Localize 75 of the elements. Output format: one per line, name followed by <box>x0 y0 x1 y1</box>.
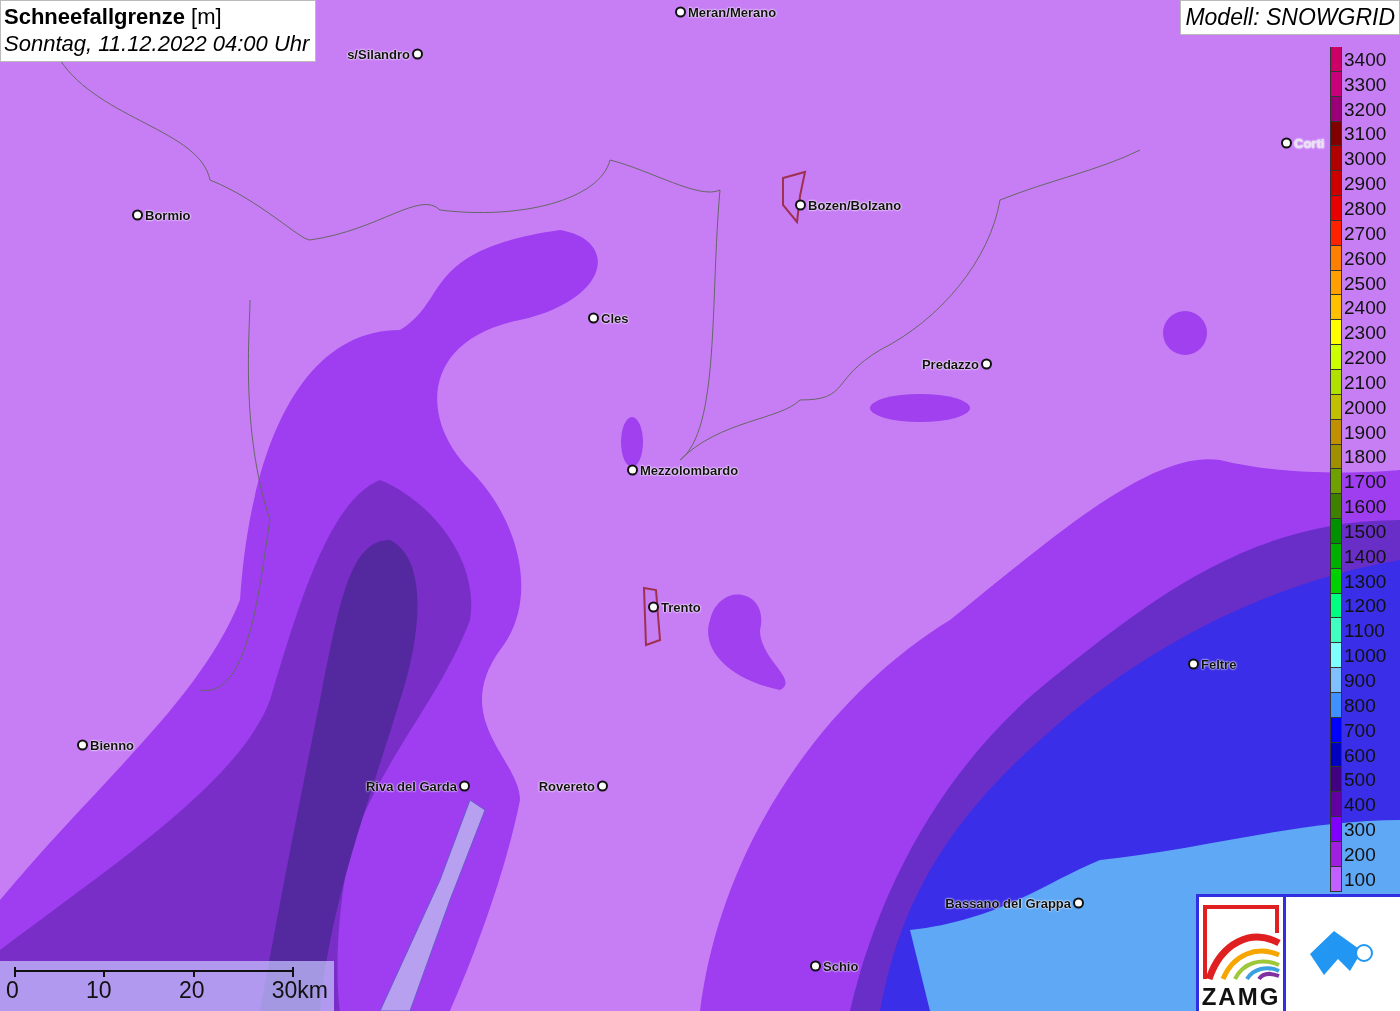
city-marker-icon <box>132 209 143 221</box>
scale-label: 10 <box>86 977 112 1004</box>
legend-value: 2900 <box>1344 174 1387 194</box>
rainbow-logo-icon <box>1201 903 1281 983</box>
city-label: Feltre <box>1201 656 1237 672</box>
legend-value: 3100 <box>1344 124 1387 144</box>
city-marker-icon <box>648 601 659 613</box>
city-label: Bienno <box>90 737 135 753</box>
city-label: Cles <box>601 310 629 326</box>
scale-label: 30km <box>271 977 328 1004</box>
city-label: Rovereto <box>538 778 595 794</box>
city-label: Bassano del Grappa <box>945 895 1071 911</box>
city-marker-icon <box>77 739 88 751</box>
legend-value: 400 <box>1344 795 1376 815</box>
legend-value: 100 <box>1344 869 1376 889</box>
city-label: Riva del Garda <box>365 778 457 794</box>
city-marker-icon <box>810 960 821 972</box>
city-marker-icon <box>597 780 608 792</box>
legend-value: 2700 <box>1344 223 1387 243</box>
city-marker-icon <box>675 6 686 18</box>
city-marker-icon <box>627 464 638 476</box>
scale-label: 20 <box>178 977 205 1004</box>
city-marker-icon <box>459 780 470 792</box>
legend-value: 1900 <box>1344 422 1387 442</box>
city-marker-icon <box>1073 897 1084 909</box>
legend-value: 2100 <box>1344 372 1387 392</box>
city-label: Bormio <box>145 207 191 223</box>
legend-value: 3400 <box>1344 49 1387 69</box>
city-label: Bozen/Bolzano <box>808 197 902 213</box>
legend-value: 2200 <box>1344 348 1387 368</box>
city-label: Trento <box>661 599 701 615</box>
legend-value: 800 <box>1344 695 1376 715</box>
forecast-datetime: Sonntag, 11.12.2022 04:00 Uhr <box>4 31 310 57</box>
city-marker-icon <box>795 199 806 211</box>
legend-value: 1200 <box>1344 596 1387 616</box>
legend-value: 1500 <box>1344 521 1387 541</box>
legend-value: 200 <box>1344 844 1376 864</box>
legend-value: 1300 <box>1344 571 1387 591</box>
legend-value: 2500 <box>1344 273 1387 293</box>
scale-label: 0 <box>6 977 19 1004</box>
city-label: Predazzo <box>921 356 979 372</box>
city-label: Mezzolombardo <box>640 462 739 478</box>
city-label: Meran/Merano <box>688 4 777 20</box>
legend-value: 900 <box>1344 671 1376 690</box>
legend-value: 1000 <box>1344 646 1387 666</box>
legend-value: 2400 <box>1344 298 1387 318</box>
model-label: Modell: SNOWGRID <box>1180 0 1400 35</box>
cloud-arrow-logo-icon <box>1310 931 1376 977</box>
city-marker-icon <box>1281 137 1292 149</box>
legend-value: 3200 <box>1344 99 1387 119</box>
city-label: Schio <box>823 958 859 974</box>
legend-value: 2000 <box>1344 397 1387 417</box>
legend-value: 2300 <box>1344 323 1387 343</box>
city-marker-icon <box>412 48 423 60</box>
legend-value: 300 <box>1344 820 1376 840</box>
map-title: Schneefallgrenze [m] <box>4 4 223 30</box>
logo-text: ZAMG <box>1201 983 1281 1011</box>
scale-bar-icon <box>14 965 294 977</box>
legend-value: 2600 <box>1344 248 1387 268</box>
legend-value: 3000 <box>1344 149 1387 169</box>
legend-value: 1100 <box>1344 621 1385 641</box>
legend-value: 2800 <box>1344 199 1387 218</box>
city-label: Corti <box>1294 135 1325 151</box>
city-label: s/Silandro <box>347 46 410 62</box>
city-marker-icon <box>1188 658 1199 670</box>
legend-value: 1800 <box>1344 447 1387 467</box>
legend-value: 3300 <box>1344 74 1387 94</box>
legend-value: 1600 <box>1344 497 1387 517</box>
legend-value: 500 <box>1344 770 1376 790</box>
city-marker-icon <box>981 358 992 370</box>
legend-value: 600 <box>1344 745 1376 765</box>
city-marker-icon <box>588 312 599 324</box>
legend-value: 1700 <box>1344 472 1387 492</box>
legend-value: 700 <box>1344 720 1376 740</box>
legend-value: 1400 <box>1344 546 1387 566</box>
